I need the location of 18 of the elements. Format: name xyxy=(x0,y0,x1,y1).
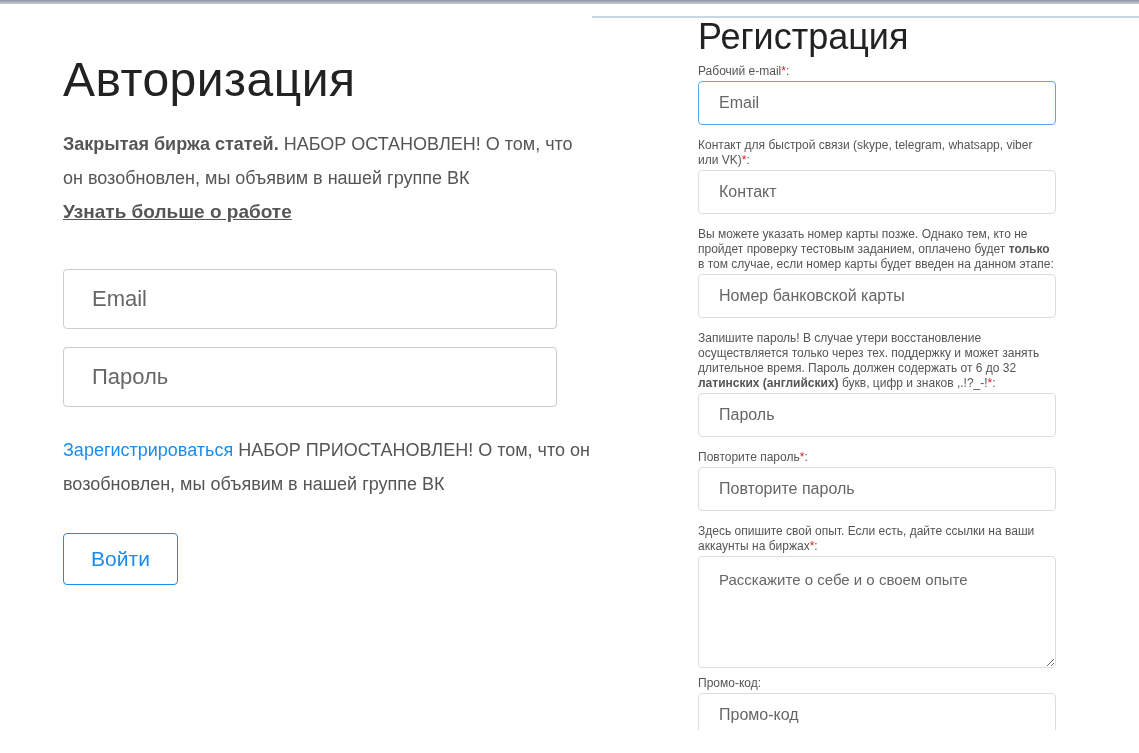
field-label: Промо-код: xyxy=(698,676,763,691)
field-label: Повторите пароль*: xyxy=(698,450,809,465)
field-label: Здесь опишите свой опыт. Если есть, дайте ссылки на ваши аккаунты на биржах*: xyxy=(698,524,1036,554)
field-label: Рабочий e-mail*: xyxy=(698,64,791,79)
learn-more-link[interactable]: Узнать больше о работе xyxy=(63,195,292,229)
register-note: Зарегистрироваться НАБОР ПРИОСТАНОВЛЕН! О том, что он возобновлен, мы объявим в нашей группе ВК xyxy=(63,439,591,496)
input-field[interactable]: Email xyxy=(698,81,1056,125)
intro-text: Закрытая биржа статей. НАБОР ОСТАНОВЛЕН! О том, что он возобновлен, мы объявим в нашей группе ВК xyxy=(63,133,574,190)
input-field[interactable]: Email xyxy=(63,269,557,329)
field-label: Вы можете указать номер карты позже. Однако тем, кто не пройдет проверку тестовым заданием, оплачено будет только в том случае, если номер карты будет введен на данном этапе: xyxy=(698,227,1055,272)
field-label: Контакт для быстрой связи (skype, telegram, whatsapp, viber или VK)*: xyxy=(698,138,1034,168)
text-area[interactable]: Расскажите о себе и о своем опыте xyxy=(698,556,1056,668)
field-label: Запишите пароль! В случае утери восстановление осуществляется только через тех. поддержку и может занять длительное время. Пароль должен содержать от 6 до 32 латинских (английских) букв, цифр и знаков ,.!?_-!*: xyxy=(698,331,1041,391)
registration-title: Регистрация xyxy=(698,18,910,56)
input-field[interactable]: Пароль xyxy=(63,347,557,407)
login-button[interactable]: Войти xyxy=(63,533,178,585)
register-link[interactable]: Зарегистрироваться xyxy=(63,440,234,460)
login-title: Авторизация xyxy=(63,52,357,107)
